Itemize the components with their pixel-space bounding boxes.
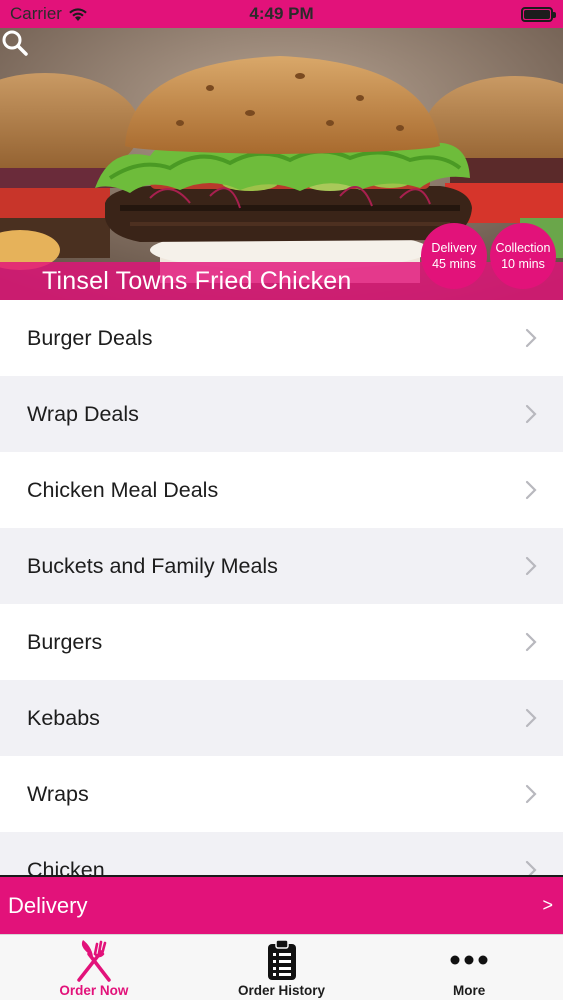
menu-category-row[interactable]: Buckets and Family Meals [0, 528, 563, 604]
tab-label: Order Now [59, 983, 129, 998]
menu-category-label: Burgers [27, 629, 103, 654]
collection-badge-time: 10 mins [501, 257, 545, 271]
menu-category-label: Kebabs [27, 705, 100, 730]
tab-bar: Order Now Order History More [0, 934, 563, 1000]
order-mode-bar[interactable]: Delivery > [0, 875, 563, 934]
tab-order-history[interactable]: Order History [188, 935, 376, 1000]
fork-knife-icon [70, 938, 118, 982]
search-icon[interactable] [0, 28, 30, 58]
menu-category-row[interactable]: Chicken Meal Deals [0, 452, 563, 528]
restaurant-hero: Tinsel Towns Fried Chicken Delivery 45 m… [0, 28, 563, 300]
chevron-right-icon [525, 632, 537, 652]
more-dots-icon [445, 938, 493, 982]
status-left: Carrier [10, 4, 88, 24]
chevron-right-icon [525, 328, 537, 348]
chevron-right-icon [525, 404, 537, 424]
menu-category-row[interactable]: Wrap Deals [0, 376, 563, 452]
menu-category-label: Wrap Deals [27, 401, 139, 426]
menu-category-row[interactable]: Burger Deals [0, 300, 563, 376]
tab-order-now[interactable]: Order Now [0, 935, 188, 1000]
chevron-right-icon [525, 480, 537, 500]
tab-label: More [453, 983, 486, 998]
menu-category-row[interactable]: Wraps [0, 756, 563, 832]
collection-badge-label: Collection [495, 241, 551, 255]
battery-icon [521, 6, 556, 22]
tab-more[interactable]: More [375, 935, 563, 1000]
restaurant-name: Tinsel Towns Fried Chicken [42, 267, 352, 295]
status-bar: Carrier 4:49 PM [0, 0, 563, 28]
wifi-icon [69, 7, 87, 21]
delivery-badge-label: Delivery [431, 241, 477, 255]
menu-category-row[interactable]: Burgers [0, 604, 563, 680]
tab-label: Order History [237, 983, 326, 998]
menu-category-label: Chicken [27, 857, 105, 876]
delivery-time-badge: Delivery 45 mins [421, 223, 487, 289]
collection-time-badge: Collection 10 mins [490, 223, 556, 289]
menu-category-row[interactable]: Kebabs [0, 680, 563, 756]
delivery-badge-time: 45 mins [432, 257, 476, 271]
menu-category-label: Buckets and Family Meals [27, 553, 278, 578]
carrier-label: Carrier [10, 4, 62, 23]
order-mode-label: Delivery [8, 892, 88, 918]
menu-category-label: Chicken Meal Deals [27, 477, 219, 502]
chevron-right-icon [525, 708, 537, 728]
menu-category-label: Wraps [27, 781, 89, 806]
chevron-right-icon [525, 860, 537, 875]
clipboard-list-icon [258, 938, 306, 982]
menu-category-row[interactable]: Chicken [0, 832, 563, 875]
chevron-right-icon [525, 556, 537, 576]
menu-category-label: Burger Deals [27, 325, 153, 350]
chevron-right-icon [525, 784, 537, 804]
menu-category-list: Burger Deals Wrap Deals Chicken Meal Dea… [0, 300, 563, 875]
chevron-right-icon: > [542, 895, 553, 915]
